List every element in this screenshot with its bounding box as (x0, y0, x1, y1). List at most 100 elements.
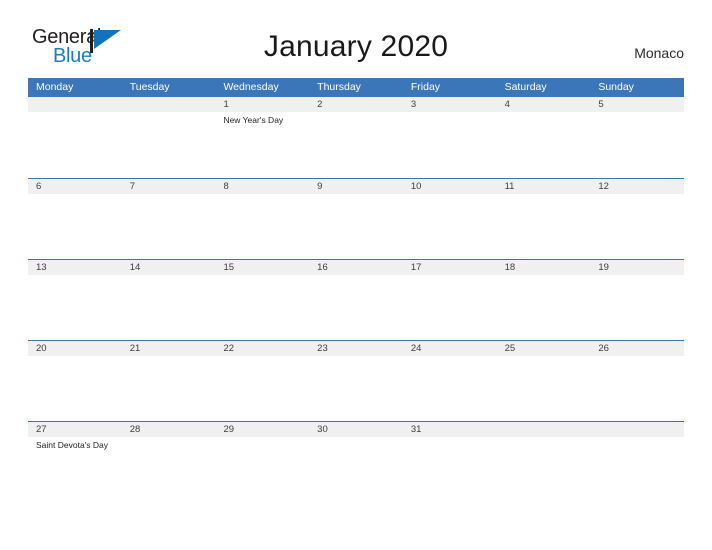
day-number[interactable]: 31 (403, 422, 497, 437)
day-number[interactable]: 25 (497, 341, 591, 356)
date-number-band: 27 28 29 30 31 (28, 422, 684, 437)
day-number[interactable]: 12 (590, 179, 684, 194)
day-number[interactable]: 2 (309, 97, 403, 112)
day-number[interactable]: 29 (215, 422, 309, 437)
day-cell[interactable] (28, 275, 122, 339)
day-number[interactable]: 8 (215, 179, 309, 194)
day-cell[interactable] (215, 194, 309, 258)
event-band (28, 194, 684, 258)
day-number[interactable]: 14 (122, 260, 216, 275)
weekday-thursday: Thursday (317, 81, 361, 93)
week-row: 6 7 8 9 10 11 12 (28, 178, 684, 259)
day-number[interactable]: 24 (403, 341, 497, 356)
day-number[interactable]: 23 (309, 341, 403, 356)
day-number[interactable]: 4 (497, 97, 591, 112)
day-cell[interactable] (590, 194, 684, 258)
day-number[interactable]: 20 (28, 341, 122, 356)
day-number[interactable]: 19 (590, 260, 684, 275)
weekday-tuesday: Tuesday (129, 81, 170, 93)
week-rows-container: 1 2 3 4 5 New Year's Day 6 7 8 9 10 11 12 13 14 15 16 17 1… (28, 97, 684, 502)
event-band: New Year's Day (28, 112, 684, 176)
day-number[interactable]: 1 (215, 97, 309, 112)
weekday-saturday: Saturday (504, 81, 547, 93)
weekday-sunday: Sunday (598, 81, 634, 93)
day-cell (497, 437, 591, 501)
day-number (590, 422, 684, 437)
day-number[interactable]: 10 (403, 179, 497, 194)
day-cell[interactable] (122, 437, 216, 501)
day-cell[interactable] (403, 356, 497, 420)
day-number[interactable]: 28 (122, 422, 216, 437)
page-title: January 2020 (263, 30, 449, 63)
day-number[interactable]: 3 (403, 97, 497, 112)
holiday-label: Saint Devota's Day (36, 440, 109, 450)
day-number[interactable]: 7 (122, 179, 216, 194)
day-cell (122, 112, 216, 176)
day-number[interactable]: 9 (309, 179, 403, 194)
day-cell[interactable] (403, 275, 497, 339)
day-cell[interactable] (28, 194, 122, 258)
week-row: 27 28 29 30 31 Saint Devota's Day (28, 421, 684, 502)
day-cell[interactable] (309, 437, 403, 501)
day-number (28, 97, 122, 112)
day-number[interactable]: 21 (122, 341, 216, 356)
day-cell[interactable] (122, 356, 216, 420)
day-cell[interactable] (309, 194, 403, 258)
page-header: General Blue January 2020 Monaco (0, 0, 712, 70)
weekday-header-row: Monday Tuesday Wednesday Thursday Friday… (28, 78, 684, 97)
day-cell[interactable] (590, 275, 684, 339)
day-cell[interactable] (403, 112, 497, 176)
day-cell[interactable] (497, 275, 591, 339)
day-number[interactable]: 22 (215, 341, 309, 356)
country-label: Monaco (634, 45, 684, 61)
day-cell[interactable]: New Year's Day (215, 112, 309, 176)
weekday-friday: Friday (410, 81, 441, 93)
day-number (122, 97, 216, 112)
day-cell[interactable] (497, 356, 591, 420)
day-cell[interactable] (497, 194, 591, 258)
day-cell[interactable] (309, 356, 403, 420)
day-cell[interactable] (122, 194, 216, 258)
day-number[interactable]: 30 (309, 422, 403, 437)
event-band: Saint Devota's Day (28, 437, 684, 501)
day-cell[interactable] (309, 112, 403, 176)
day-number[interactable]: 26 (590, 341, 684, 356)
holiday-label: New Year's Day (223, 115, 284, 125)
day-cell[interactable] (590, 356, 684, 420)
day-number (497, 422, 591, 437)
day-cell[interactable] (590, 112, 684, 176)
day-cell[interactable] (215, 437, 309, 501)
date-number-band: 13 14 15 16 17 18 19 (28, 260, 684, 275)
week-row: 20 21 22 23 24 25 26 (28, 340, 684, 421)
event-band (28, 275, 684, 339)
day-cell[interactable] (122, 275, 216, 339)
day-cell[interactable] (497, 112, 591, 176)
day-cell[interactable] (215, 275, 309, 339)
weekday-wednesday: Wednesday (223, 81, 279, 93)
day-cell[interactable] (28, 356, 122, 420)
day-cell[interactable]: Saint Devota's Day (28, 437, 122, 501)
date-number-band: 20 21 22 23 24 25 26 (28, 341, 684, 356)
day-cell[interactable] (403, 437, 497, 501)
day-cell[interactable] (215, 356, 309, 420)
day-number[interactable]: 27 (28, 422, 122, 437)
date-number-band: 12345 (28, 97, 684, 112)
day-number[interactable]: 18 (497, 260, 591, 275)
day-number[interactable]: 13 (28, 260, 122, 275)
day-number[interactable]: 15 (215, 260, 309, 275)
day-number[interactable]: 5 (590, 97, 684, 112)
day-number[interactable]: 6 (28, 179, 122, 194)
calendar-page: General Blue January 2020 Monaco Monday … (0, 0, 712, 550)
day-cell[interactable] (309, 275, 403, 339)
weekday-monday: Monday (36, 81, 74, 93)
date-number-band: 6 7 8 9 10 11 12 (28, 179, 684, 194)
day-cell (590, 437, 684, 501)
calendar-grid: Monday Tuesday Wednesday Thursday Friday… (28, 78, 684, 502)
day-number[interactable]: 17 (403, 260, 497, 275)
day-number[interactable]: 11 (497, 179, 591, 194)
week-row: 1 2 3 4 5 New Year's Day (28, 97, 684, 178)
day-number[interactable]: 16 (309, 260, 403, 275)
day-cell (28, 112, 122, 176)
event-band (28, 356, 684, 420)
day-cell[interactable] (403, 194, 497, 258)
